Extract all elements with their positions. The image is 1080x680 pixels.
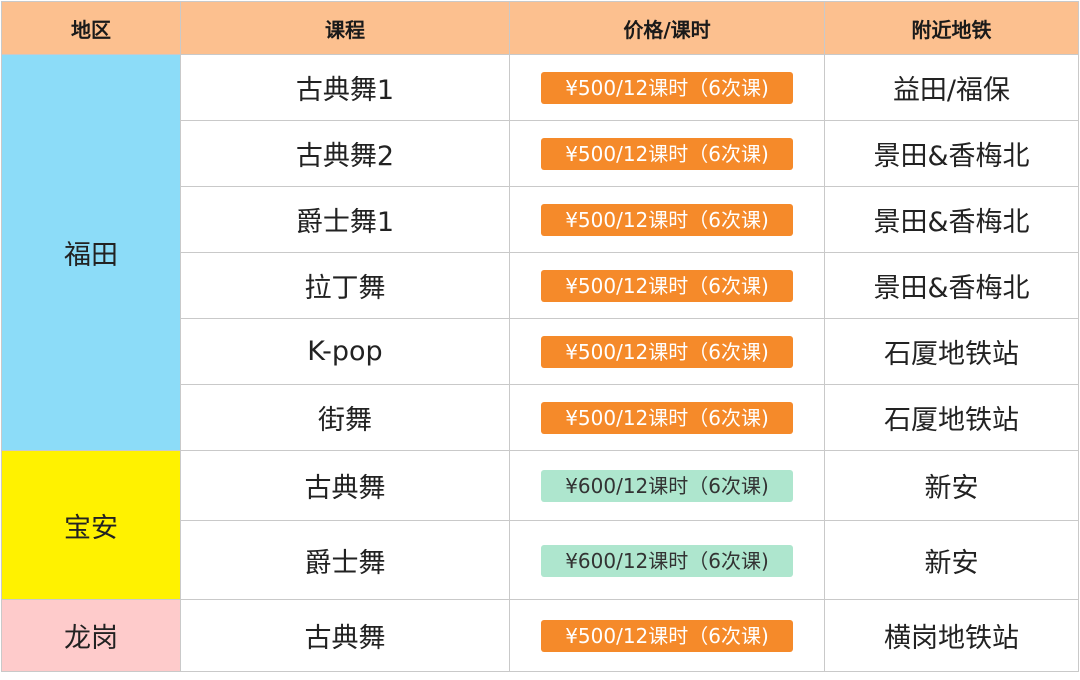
table-row: 龙岗 古典舞 ¥500/12课时（6次课) 横岗地铁站	[1, 599, 1079, 672]
course-cell: K-pop	[180, 318, 510, 385]
course-cell: 古典舞	[180, 599, 510, 672]
course-cell: 古典舞	[180, 450, 510, 521]
metro-cell: 景田&香梅北	[824, 120, 1079, 187]
header-metro: 附近地铁	[824, 1, 1079, 55]
header-region: 地区	[1, 1, 181, 55]
metro-cell: 益田/福保	[824, 54, 1079, 121]
metro-cell: 石厦地铁站	[824, 318, 1079, 385]
price-cell: ¥500/12课时（6次课)	[509, 318, 825, 385]
price-cell: ¥500/12课时（6次课)	[509, 384, 825, 451]
region-cell-futian: 福田	[1, 54, 181, 451]
table-row: 宝安 古典舞 ¥600/12课时（6次课) 新安	[1, 450, 1079, 600]
price-tag: ¥500/12课时（6次课)	[541, 402, 793, 434]
metro-cell: 新安	[824, 450, 1079, 521]
course-cell: 古典舞2	[180, 120, 510, 187]
course-cell: 爵士舞1	[180, 186, 510, 253]
metro-cell: 石厦地铁站	[824, 384, 1079, 451]
header-course: 课程	[180, 1, 510, 55]
price-cell: ¥500/12课时（6次课)	[509, 120, 825, 187]
price-tag: ¥500/12课时（6次课)	[541, 336, 793, 368]
price-cell: ¥500/12课时（6次课)	[509, 252, 825, 319]
price-cell: ¥500/12课时（6次课)	[509, 599, 825, 672]
price-tag: ¥600/12课时（6次课)	[541, 544, 793, 577]
metro-cell: 横岗地铁站	[824, 599, 1079, 672]
course-cell: 古典舞1	[180, 54, 510, 121]
price-cell: ¥600/12课时（6次课)	[509, 450, 825, 521]
price-tag: ¥500/12课时（6次课)	[541, 72, 793, 104]
price-tag: ¥600/12课时（6次课)	[541, 470, 793, 502]
course-cell: 拉丁舞	[180, 252, 510, 319]
price-tag: ¥500/12课时（6次课)	[541, 138, 793, 170]
price-tag: ¥500/12课时（6次课)	[541, 270, 793, 302]
price-tag: ¥500/12课时（6次课)	[541, 204, 793, 236]
price-tag: ¥500/12课时（6次课)	[541, 620, 793, 652]
header-row: 地区 课程 价格/课时 附近地铁	[1, 1, 1079, 55]
metro-cell: 景田&香梅北	[824, 186, 1079, 253]
price-cell: ¥600/12课时（6次课)	[509, 520, 825, 600]
metro-cell: 景田&香梅北	[824, 252, 1079, 319]
table-row: 福田 古典舞1 ¥500/12课时（6次课) 益田/福保	[1, 54, 1079, 451]
region-cell-baoan: 宝安	[1, 450, 181, 600]
price-cell: ¥500/12课时（6次课)	[509, 186, 825, 253]
course-cell: 爵士舞	[180, 520, 510, 600]
price-cell: ¥500/12课时（6次课)	[509, 54, 825, 121]
header-price: 价格/课时	[509, 1, 825, 55]
course-cell: 街舞	[180, 384, 510, 451]
course-price-table: 地区 课程 价格/课时 附近地铁 福田 古典舞1 ¥500/12课时（6次课) …	[1, 1, 1079, 672]
region-cell-longgang: 龙岗	[1, 599, 181, 672]
metro-cell: 新安	[824, 520, 1079, 600]
